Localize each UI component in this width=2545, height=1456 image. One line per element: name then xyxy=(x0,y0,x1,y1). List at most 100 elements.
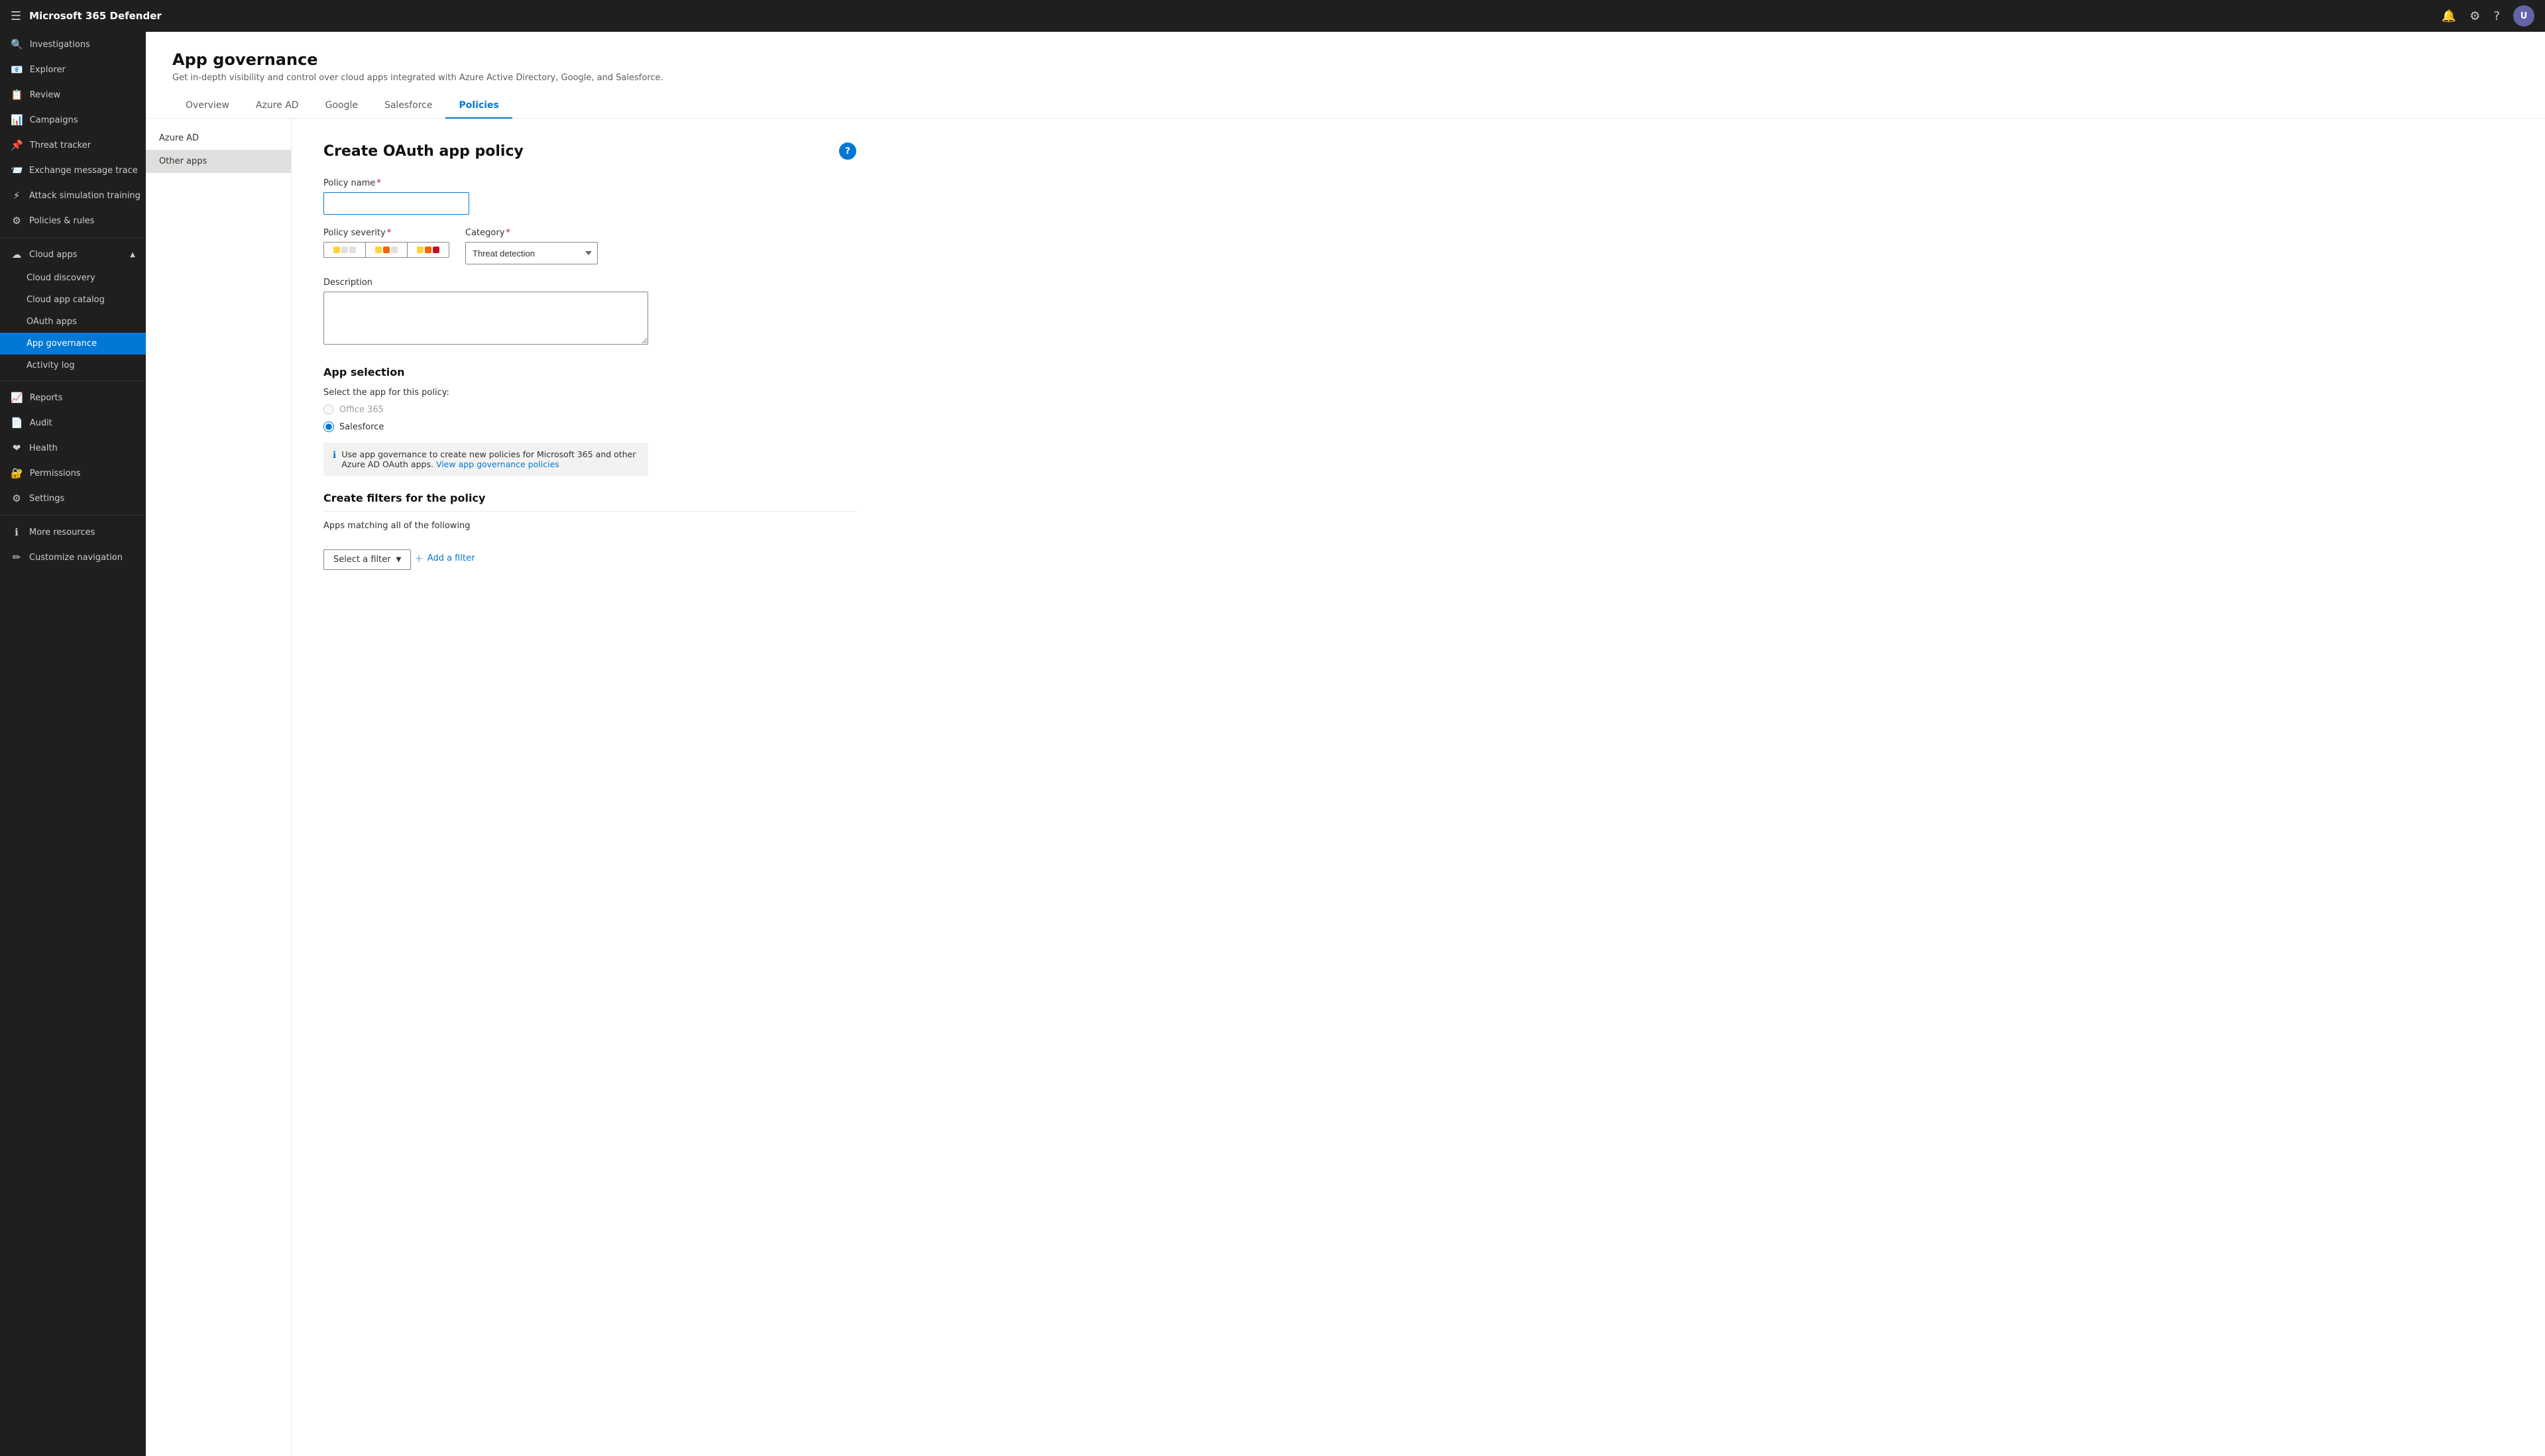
dot-high2 xyxy=(425,247,431,253)
cloud-apps-icon: ☁ xyxy=(11,249,23,260)
form-title-text: Create OAuth app policy xyxy=(323,143,524,160)
add-filter-button[interactable]: + Add a filter xyxy=(414,549,475,567)
form-area: Create OAuth app policy ? Policy name* P… xyxy=(292,119,888,1456)
page-subtitle: Get in-depth visibility and control over… xyxy=(172,73,2518,83)
sidebar-item-customize-navigation[interactable]: ✏ Customize navigation xyxy=(0,545,146,570)
form-title: Create OAuth app policy ? xyxy=(323,142,856,160)
sidebar-item-settings-label: Settings xyxy=(29,494,64,504)
radio-office365-label: Office 365 xyxy=(339,405,384,415)
tab-policies[interactable]: Policies xyxy=(445,93,512,119)
dot-high3 xyxy=(433,247,439,253)
help-circle-button[interactable]: ? xyxy=(839,142,856,160)
sidebar-item-investigations-label: Investigations xyxy=(30,40,90,50)
view-policies-link[interactable]: View app governance policies xyxy=(436,459,559,469)
cloud-apps-chevron: ▲ xyxy=(130,251,135,258)
sidebar-group-cloud-apps[interactable]: ☁ Cloud apps ▲ xyxy=(0,242,146,267)
info-message: Use app governance to create new policie… xyxy=(341,449,639,469)
help-icon[interactable]: ? xyxy=(2493,9,2500,23)
description-textarea[interactable] xyxy=(323,292,648,345)
severity-high-dots xyxy=(417,247,439,253)
sidebar-item-reports[interactable]: 📈 Reports xyxy=(0,385,146,410)
sidebar-item-customize-nav-label: Customize navigation xyxy=(29,553,123,563)
category-group: Category* Threat detection Data loss pre… xyxy=(465,228,598,264)
policy-name-group: Policy name* xyxy=(323,178,856,215)
radio-salesforce[interactable]: Salesforce xyxy=(323,421,856,432)
cloud-discovery-label: Cloud discovery xyxy=(27,273,95,283)
severity-medium-dots xyxy=(375,247,398,253)
settings-nav-icon: ⚙ xyxy=(11,492,23,504)
page-title: App governance xyxy=(172,50,2518,69)
severity-low-dots xyxy=(333,247,356,253)
tab-azure-ad[interactable]: Azure AD xyxy=(243,93,312,119)
severity-high-btn[interactable] xyxy=(408,243,449,257)
sidebar-item-cloud-discovery[interactable]: Cloud discovery xyxy=(0,267,146,289)
notification-icon[interactable]: 🔔 xyxy=(2442,9,2456,23)
category-select[interactable]: Threat detection Data loss prevention Co… xyxy=(465,242,598,264)
sidebar-item-explorer[interactable]: 📧 Explorer xyxy=(0,57,146,82)
tab-google[interactable]: Google xyxy=(312,93,371,119)
sidebar-item-activity-log[interactable]: Activity log xyxy=(0,355,146,376)
severity-medium-btn[interactable] xyxy=(366,243,408,257)
left-panel-azure-ad[interactable]: Azure AD xyxy=(146,127,291,150)
attack-sim-icon: ⚡ xyxy=(11,190,23,201)
more-resources-icon: ℹ xyxy=(11,526,23,538)
sidebar-item-health[interactable]: ❤ Health xyxy=(0,435,146,461)
investigations-icon: 🔍 xyxy=(11,38,23,50)
hamburger-menu[interactable]: ☰ xyxy=(11,9,21,23)
severity-buttons xyxy=(323,242,449,258)
sidebar-item-more-resources-label: More resources xyxy=(29,528,95,537)
app-governance-label: App governance xyxy=(27,339,97,349)
app-selection-title: App selection xyxy=(323,361,856,378)
description-group: Description xyxy=(323,278,856,347)
sidebar-item-explorer-label: Explorer xyxy=(30,65,66,75)
sidebar-item-campaigns-label: Campaigns xyxy=(30,115,78,125)
sidebar-item-threat-tracker[interactable]: 📌 Threat tracker xyxy=(0,133,146,158)
sidebar-item-exchange-message-trace[interactable]: 📨 Exchange message trace xyxy=(0,158,146,183)
sidebar-divider-3 xyxy=(0,515,146,516)
sidebar-item-app-governance[interactable]: App governance xyxy=(0,333,146,355)
sidebar-item-audit[interactable]: 📄 Audit xyxy=(0,410,146,435)
policy-name-input[interactable] xyxy=(323,192,469,215)
left-panel: Azure AD Other apps xyxy=(146,119,292,1456)
reports-icon: 📈 xyxy=(11,392,23,404)
settings-icon[interactable]: ⚙ xyxy=(2469,9,2480,23)
app-title: Microsoft 365 Defender xyxy=(29,10,2434,22)
sidebar-item-campaigns[interactable]: 📊 Campaigns xyxy=(0,107,146,133)
radio-office365-input[interactable] xyxy=(323,404,334,415)
audit-icon: 📄 xyxy=(11,417,23,429)
severity-group: Policy severity* xyxy=(323,228,449,258)
dot-med-empty xyxy=(391,247,398,253)
tab-overview[interactable]: Overview xyxy=(172,93,243,119)
sidebar-item-cloud-app-catalog[interactable]: Cloud app catalog xyxy=(0,289,146,311)
sidebar-item-permissions[interactable]: 🔐 Permissions xyxy=(0,461,146,486)
cloud-app-catalog-label: Cloud app catalog xyxy=(27,295,105,305)
exchange-icon: 📨 xyxy=(11,164,23,176)
radio-salesforce-input[interactable] xyxy=(323,421,334,432)
policies-rules-icon: ⚙ xyxy=(11,215,23,227)
sidebar-item-investigations[interactable]: 🔍 Investigations xyxy=(0,32,146,57)
add-filter-plus-icon: + xyxy=(414,552,423,565)
select-filter-label: Select a filter xyxy=(333,555,391,565)
page-tabs: Overview Azure AD Google Salesforce Poli… xyxy=(172,93,2518,118)
dot-high1 xyxy=(417,247,424,253)
avatar[interactable]: U xyxy=(2513,5,2534,27)
radio-salesforce-label: Salesforce xyxy=(339,422,384,432)
health-icon: ❤ xyxy=(11,442,23,454)
sidebar-item-oauth-apps[interactable]: OAuth apps xyxy=(0,311,146,333)
select-filter-button[interactable]: Select a filter ▼ xyxy=(323,549,411,570)
sidebar-item-review[interactable]: 📋 Review xyxy=(0,82,146,107)
customize-nav-icon: ✏ xyxy=(11,551,23,563)
sidebar-divider-2 xyxy=(0,380,146,381)
activity-log-label: Activity log xyxy=(27,361,75,370)
filter-chevron-icon: ▼ xyxy=(396,556,402,563)
sidebar-item-policies-rules[interactable]: ⚙ Policies & rules xyxy=(0,208,146,233)
tab-salesforce[interactable]: Salesforce xyxy=(371,93,446,119)
sidebar-item-attack-simulation[interactable]: ⚡ Attack simulation training xyxy=(0,183,146,208)
sidebar-item-more-resources[interactable]: ℹ More resources xyxy=(0,520,146,545)
sidebar-item-settings[interactable]: ⚙ Settings xyxy=(0,486,146,511)
left-panel-other-apps[interactable]: Other apps xyxy=(146,150,291,173)
radio-office365[interactable]: Office 365 xyxy=(323,404,856,415)
oauth-apps-label: OAuth apps xyxy=(27,317,77,327)
severity-low-btn[interactable] xyxy=(324,243,366,257)
apps-matching-label: Apps matching all of the following xyxy=(323,521,856,531)
